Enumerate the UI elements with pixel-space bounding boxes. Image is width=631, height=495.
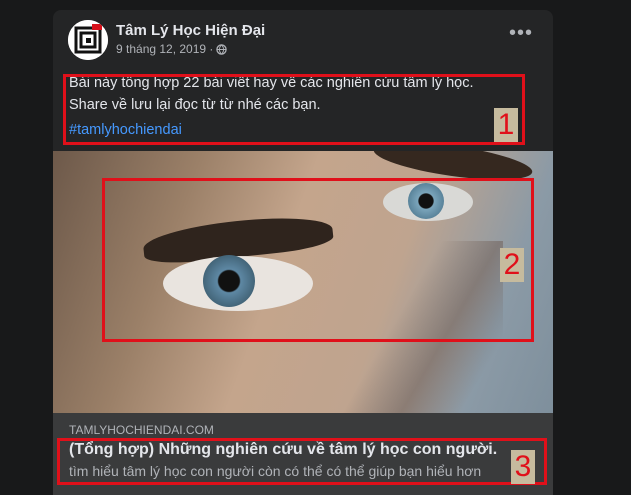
annotation-label-3: 3 (511, 450, 535, 484)
globe-icon (216, 43, 228, 55)
post-meta: 9 tháng 12, 2019 · (116, 42, 228, 56)
page-name[interactable]: Tâm Lý Học Hiện Đại (116, 22, 265, 39)
page-avatar[interactable] (68, 20, 108, 60)
annotation-box-3 (57, 438, 547, 485)
annotation-label-2: 2 (500, 248, 524, 282)
page-logo (68, 20, 108, 60)
more-options-icon[interactable]: ••• (509, 23, 533, 43)
annotation-label-1: 1 (494, 108, 518, 142)
link-domain: TAMLYHOCHIENDAI.COM (69, 423, 214, 437)
annotation-box-2 (102, 178, 534, 342)
annotation-box-1 (63, 74, 525, 145)
post-date[interactable]: 9 tháng 12, 2019 · (116, 42, 213, 56)
